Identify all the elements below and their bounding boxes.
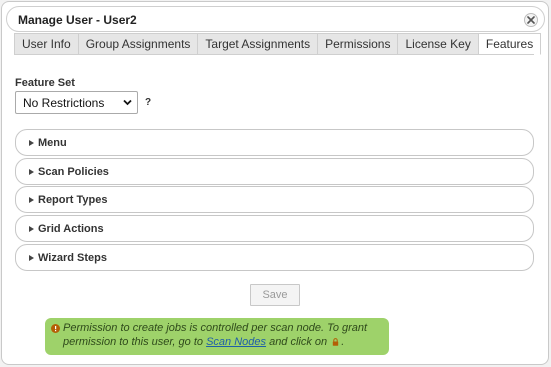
section-label: Report Types [38,193,108,206]
section-scan-policies[interactable]: Scan Policies [15,158,534,185]
feature-set-value: No Restrictions [23,95,105,110]
caret-right-icon [29,254,34,261]
feature-set-label: Feature Set [15,77,75,89]
tab-divider [14,54,534,55]
section-grid-actions[interactable]: Grid Actions [15,215,534,242]
save-button[interactable]: Save [250,284,300,306]
tab-bar: User Info Group Assignments Target Assig… [14,33,542,55]
info-icon [51,324,60,333]
feature-set-select[interactable]: No Restrictions [15,91,138,114]
caret-right-icon [29,196,34,203]
section-wizard-steps[interactable]: Wizard Steps [15,244,534,271]
tab-permissions[interactable]: Permissions [317,33,398,55]
caret-right-icon [29,139,34,146]
title-bar: Manage User - User2 [6,6,545,32]
dialog-title: Manage User - User2 [18,13,137,27]
section-menu[interactable]: Menu [15,129,534,156]
scan-nodes-link[interactable]: Scan Nodes [206,336,266,348]
section-label: Wizard Steps [38,251,107,264]
section-label: Scan Policies [38,165,109,178]
permission-notice: Permission to create jobs is controlled … [45,318,389,355]
chevron-down-icon [123,99,132,106]
tab-license-key[interactable]: License Key [397,33,478,55]
help-icon[interactable]: ? [145,97,151,108]
tab-target-assignments[interactable]: Target Assignments [197,33,318,55]
close-icon [527,16,535,24]
section-report-types[interactable]: Report Types [15,186,534,213]
tab-group-assignments[interactable]: Group Assignments [77,33,198,55]
caret-right-icon [29,225,34,232]
close-button[interactable] [524,13,538,27]
caret-right-icon [29,168,34,175]
notice-text-2: and click on [266,336,331,348]
notice-text-3: . [341,336,345,348]
tab-user-info[interactable]: User Info [14,33,78,55]
lock-icon [333,338,339,346]
section-label: Grid Actions [38,222,104,235]
tab-features[interactable]: Features [477,33,542,55]
section-label: Menu [38,136,67,149]
